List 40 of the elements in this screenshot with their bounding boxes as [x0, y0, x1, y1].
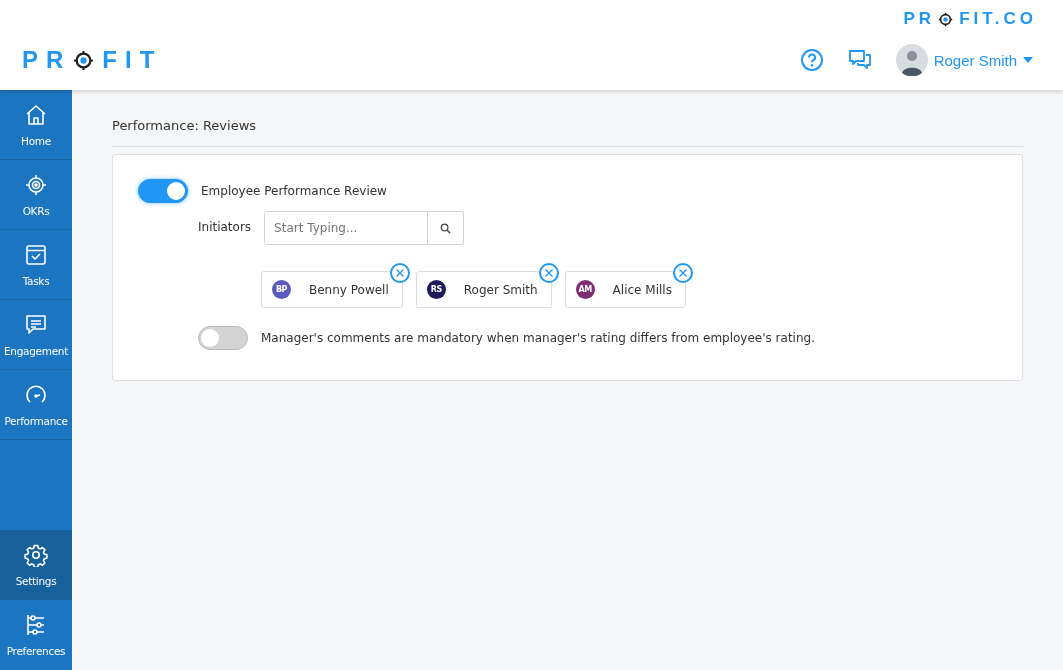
close-icon	[678, 269, 687, 277]
target-icon	[24, 172, 48, 197]
person-name: Alice Mills	[612, 282, 672, 297]
app-logo: PR FIT	[22, 46, 163, 74]
sidebar-item[interactable]: Engagement	[0, 300, 72, 370]
toggle-switch[interactable]	[138, 179, 188, 203]
person-name: Roger Smith	[463, 282, 538, 297]
initiators-label: Initiators	[198, 219, 252, 234]
remove-button[interactable]	[389, 263, 410, 283]
remove-button[interactable]	[672, 263, 693, 283]
avatar-icon	[895, 44, 928, 76]
initials-avatar: BP	[272, 280, 291, 299]
chat-icon[interactable]	[847, 49, 872, 71]
help-icon[interactable]	[799, 48, 824, 72]
toggle-label: Employee Performance Review	[201, 184, 387, 198]
toggle-label: Manager's comments are mandatory when manager's rating differs from employee's rating.	[261, 331, 815, 345]
search-icon	[440, 222, 452, 234]
sidebar-item[interactable]: Home	[0, 90, 72, 160]
initials-avatar: AM	[575, 280, 595, 299]
company-logo: PR FIT.CO	[903, 8, 1037, 30]
sidebar-item[interactable]: Preferences	[0, 600, 72, 670]
initials-avatar: RS	[426, 280, 446, 299]
chat-icon	[24, 312, 48, 337]
sidebar-item[interactable]: OKRs	[0, 160, 72, 230]
calendar-icon	[24, 242, 48, 267]
settings-icon	[24, 543, 48, 567]
sidebar-item[interactable]: Settings	[0, 530, 72, 600]
sidebar-item[interactable]: Performance	[0, 370, 72, 440]
caret-icon	[1023, 57, 1033, 63]
home-icon	[24, 102, 48, 127]
search-field[interactable]: Start Typing...	[264, 211, 429, 245]
user-menu[interactable]: Roger Smith	[895, 44, 1033, 76]
sidebar-item[interactable]: Tasks	[0, 230, 72, 300]
toggle-switch[interactable]	[198, 326, 248, 350]
remove-button[interactable]	[538, 263, 559, 283]
person-name: Benny Powell	[309, 282, 389, 297]
search-button[interactable]	[428, 211, 465, 245]
close-icon	[395, 269, 404, 277]
page-title: Performance: Reviews	[112, 118, 1023, 147]
close-icon	[544, 269, 553, 277]
